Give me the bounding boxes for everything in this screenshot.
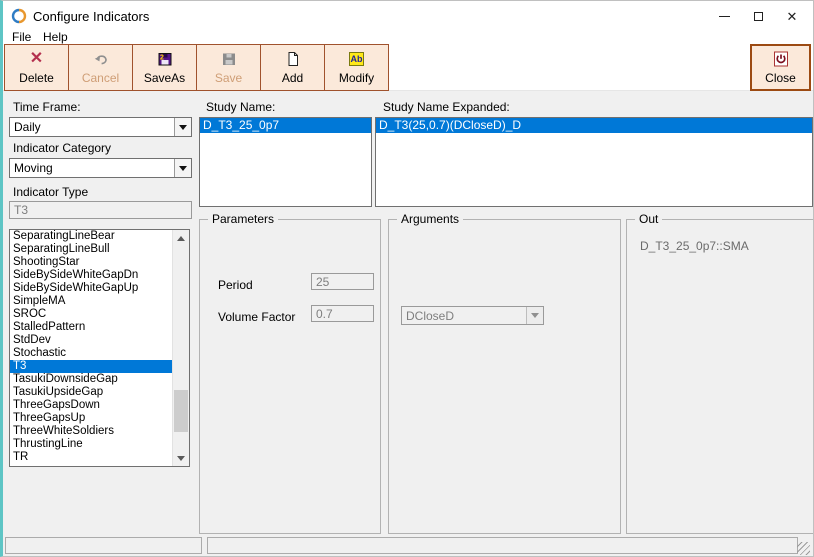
list-item[interactable]: SeparatingLineBear [10,230,172,243]
window-title: Configure Indicators [33,9,150,24]
scroll-up-button[interactable] [173,230,189,246]
arguments-group: Arguments [388,212,621,534]
arguments-group-title: Arguments [397,212,464,226]
period-label: Period [218,278,253,292]
delete-label: Delete [19,70,54,85]
menu-help[interactable]: Help [39,29,72,45]
arguments-input-value: DCloseD [406,308,455,323]
list-item[interactable]: SeparatingLineBull [10,243,172,256]
indicator-category-value: Moving [14,161,53,175]
delete-button[interactable]: ✕ Delete [4,44,69,91]
study-name-expanded-label: Study Name Expanded: [383,100,510,114]
indicator-list-scrollbar[interactable] [172,230,189,466]
list-item[interactable]: Stochastic [10,347,172,360]
volume-factor-label: Volume Factor [218,310,296,324]
list-item[interactable]: TasukiUpsideGap [10,386,172,399]
chevron-down-icon [179,165,187,171]
list-item[interactable]: SROC [10,308,172,321]
list-item[interactable]: ThreeGapsDown [10,399,172,412]
scroll-down-button[interactable] [173,450,189,466]
delete-x-icon: ✕ [29,50,44,67]
svg-text:2: 2 [160,55,164,62]
undo-arrow-icon [93,51,109,68]
scroll-up-icon [177,235,185,241]
minimize-icon [718,15,730,17]
time-frame-select[interactable]: Daily [9,117,192,137]
modify-ab-icon: Ab [349,52,364,66]
list-item[interactable]: SideBySideWhiteGapUp [10,282,172,295]
out-group-title: Out [635,212,663,226]
list-item[interactable]: ThreeWhiteSoldiers [10,425,172,438]
save-button[interactable]: Save [196,44,261,91]
list-item[interactable]: StalledPattern [10,321,172,334]
modify-label: Modify [338,70,375,85]
save-label: Save [214,70,243,85]
power-icon [773,51,789,68]
indicator-category-label: Indicator Category [13,141,112,155]
close-button[interactable]: Close [750,44,811,91]
scrollbar-thumb[interactable] [174,390,188,432]
cancel-button[interactable]: Cancel [68,44,133,91]
title-bar: Configure Indicators ✕ [3,1,813,31]
save-as-label: SaveAs [143,70,186,85]
cancel-label: Cancel [81,70,120,85]
scroll-down-icon [177,455,185,461]
study-name-expanded-list: D_T3(25,0.7)(DCloseD)_D [375,117,813,207]
study-name-selected-row[interactable]: D_T3_25_0p7 [200,118,371,133]
app-logo-icon [11,8,27,24]
out-group: Out [626,212,813,534]
list-item[interactable]: T3 [10,360,172,373]
maximize-icon [753,11,763,21]
list-item[interactable]: ShootingStar [10,256,172,269]
list-item[interactable]: StdDev [10,334,172,347]
save-floppy-icon [221,51,237,68]
status-panel-right [207,537,798,554]
modify-button[interactable]: Ab Modify [324,44,389,91]
arguments-dropdown-button [526,307,543,324]
time-frame-value: Daily [14,120,41,134]
status-panel-left [5,537,202,554]
time-frame-dropdown-button[interactable] [174,118,191,136]
resize-grip-icon[interactable] [797,542,810,555]
list-item[interactable]: SimpleMA [10,295,172,308]
study-name-label: Study Name: [206,100,276,114]
maximize-button[interactable] [741,1,775,31]
arguments-input-select: DCloseD [401,306,544,325]
volume-factor-field: 0.7 [311,305,374,322]
list-item[interactable]: TasukiDownsideGap [10,373,172,386]
parameters-group: Parameters [199,212,381,534]
indicator-type-label: Indicator Type [13,185,89,199]
add-label: Add [281,70,304,85]
add-button[interactable]: Add [260,44,325,91]
chevron-down-icon [531,313,539,318]
time-frame-label: Time Frame: [13,100,81,114]
minimize-button[interactable] [707,1,741,31]
list-item[interactable]: SideBySideWhiteGapDn [10,269,172,282]
indicator-category-select[interactable]: Moving [9,158,192,178]
study-name-list: D_T3_25_0p7 [199,117,372,207]
window-controls: ✕ [707,1,809,31]
save-as-floppy-icon: 2 [157,51,173,68]
menu-file[interactable]: File [8,29,35,45]
list-item[interactable]: ThrustingLine [10,438,172,451]
chevron-down-icon [179,124,187,130]
list-item[interactable]: ThreeGapsUp [10,412,172,425]
period-field: 25 [311,273,374,290]
parameters-group-title: Parameters [208,212,279,226]
close-window-button[interactable]: ✕ [775,1,809,31]
indicator-category-dropdown-button[interactable] [174,159,191,177]
out-value: D_T3_25_0p7::SMA [640,239,749,253]
toolbar: ✕ Delete Cancel 2 SaveAs Save Add Ab Mod… [3,44,813,91]
menu-bar: File Help [3,29,813,44]
status-bar [3,537,813,556]
close-icon: ✕ [786,8,798,24]
study-name-expanded-selected-row[interactable]: D_T3(25,0.7)(DCloseD)_D [376,118,812,133]
configure-indicators-window: Configure Indicators ✕ File Help ✕ Delet… [0,0,814,557]
list-item[interactable]: TR [10,451,172,464]
save-as-button[interactable]: 2 SaveAs [132,44,197,91]
new-page-icon [285,51,301,68]
indicator-type-field: T3 [9,201,192,219]
close-label: Close [765,70,796,85]
indicator-type-list: SeparatingLineBear SeparatingLineBull Shoo… [9,229,190,467]
